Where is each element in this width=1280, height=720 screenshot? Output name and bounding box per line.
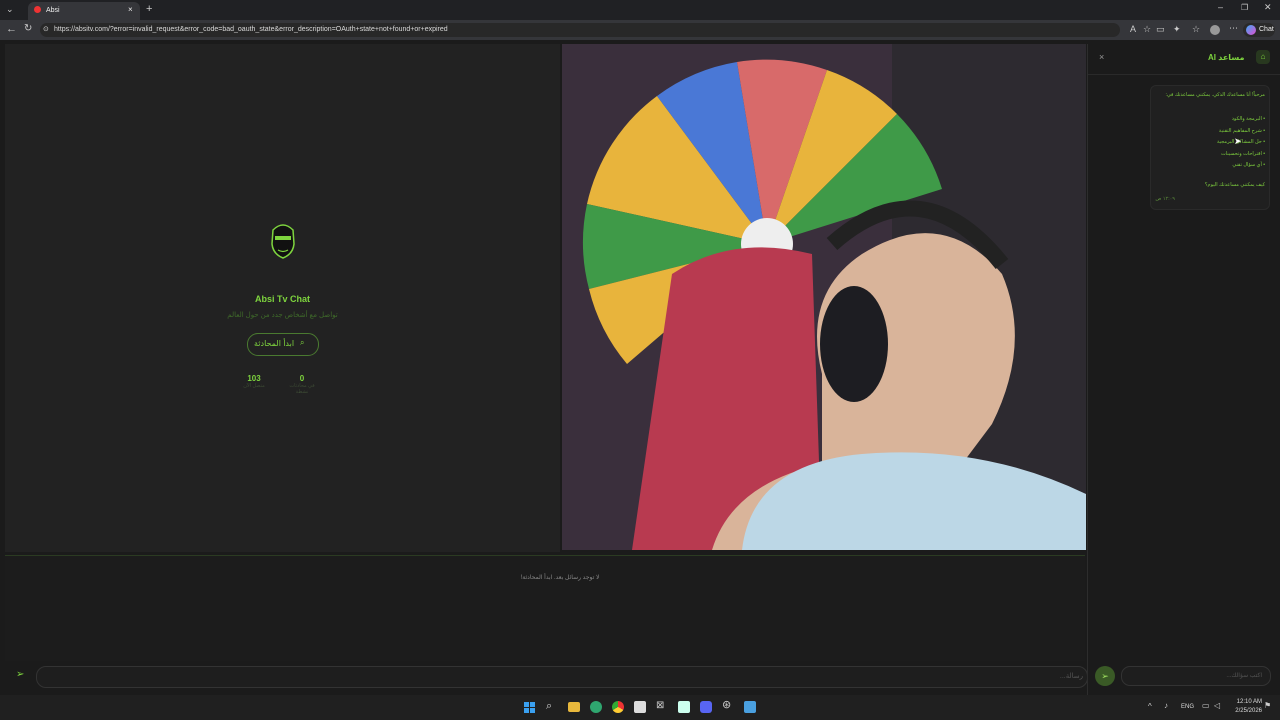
list-item: • البرمجة والكود	[1231, 116, 1265, 122]
copilot-chat-button[interactable]: Chat	[1243, 23, 1275, 37]
language-indicator[interactable]: ENG	[1181, 704, 1194, 710]
site-info-icon[interactable]: ⊙	[43, 23, 49, 37]
stat-active: 0 في محادثات نشطة	[289, 374, 315, 395]
assistant-greeting: مرحباً! أنا مساعدك الذكي. يمكنني مساعدتك…	[1165, 92, 1265, 98]
word-icon[interactable]	[678, 701, 690, 713]
webcam-image	[562, 44, 1086, 550]
send-icon[interactable]: ➢	[16, 669, 24, 680]
logo-face-icon	[271, 224, 295, 259]
list-item: • أي سؤال تقني	[1232, 162, 1265, 168]
assistant-placeholder: اكتب سؤالك...	[1226, 673, 1262, 679]
minimize-icon[interactable]: –	[1218, 3, 1223, 12]
tab-close-icon[interactable]: ×	[128, 5, 133, 14]
split-icon[interactable]: ▭	[1156, 25, 1165, 34]
edge-icon[interactable]	[590, 701, 602, 713]
url-bar[interactable]: ⊙ https://absitv.com/?error=invalid_requ…	[40, 23, 1120, 37]
copilot-icon	[1246, 25, 1256, 35]
taskbar: ⌕ ⊠ ⊛ ^ ♪ ENG ▭ ◁ 12:10 AM 2/25/2026 ⚑	[0, 695, 1280, 720]
reload-icon[interactable]: ↻	[24, 24, 32, 34]
assistant-input[interactable]: اكتب سؤالك...	[1121, 666, 1271, 686]
extensions-icon[interactable]: ✦	[1173, 25, 1181, 34]
search-icon[interactable]: ⌕	[546, 701, 552, 712]
url-text: https://absitv.com/?error=invalid_reques…	[54, 26, 448, 33]
list-item: • اقتراحات وتحسينات	[1220, 150, 1265, 157]
browser-tab[interactable]: Absi ×	[28, 2, 140, 20]
tab-bar: ⌄ Absi × + – ❐ ✕	[0, 0, 1280, 20]
tab-search-icon[interactable]: ⌄	[6, 5, 14, 14]
windows-icon[interactable]	[524, 702, 535, 713]
assistant-question: كيف يمكنني مساعدتك اليوم؟	[1204, 182, 1265, 188]
stat-online: 103 متصل الآن	[243, 374, 265, 389]
search-icon: ⌕	[300, 338, 305, 347]
tab-favicon-icon	[34, 6, 41, 13]
app-icon[interactable]	[744, 701, 756, 713]
assistant-message: مرحباً! أنا مساعدك الذكي. يمكنني مساعدتك…	[1150, 85, 1270, 210]
start-chat-button[interactable]: ابدأ المحادثة ⌕	[247, 333, 319, 356]
messages-area: لا توجد رسائل بعد. ابدأ المحادثة!	[5, 555, 1085, 661]
favorite-icon[interactable]: ☆	[1143, 25, 1151, 34]
assistant-title: مساعد AI	[1208, 53, 1245, 62]
clock[interactable]: 12:10 AM 2/25/2026	[1228, 698, 1262, 716]
message-input[interactable]: رسالة...	[36, 666, 1088, 688]
steam-icon[interactable]: ⊛	[722, 700, 731, 711]
files-icon[interactable]	[568, 702, 580, 712]
volume-icon[interactable]: ◁	[1214, 702, 1220, 710]
app-subtitle: تواصل مع أشخاص جدد من حول العالم	[227, 312, 338, 319]
mouse-cursor-icon: ➤	[1234, 136, 1242, 146]
list-item: • شرح المفاهيم التقنية	[1218, 127, 1265, 134]
restore-icon[interactable]: ❐	[1241, 4, 1248, 12]
assistant-bullets: • البرمجة والكود • شرح المفاهيم التقنية …	[1165, 114, 1265, 172]
network-icon[interactable]: ▭	[1202, 702, 1210, 710]
discord-icon[interactable]	[700, 701, 712, 713]
app-name: Absi Tv Chat	[254, 294, 310, 304]
close-window-icon[interactable]: ✕	[1264, 3, 1272, 12]
notification-icon[interactable]: ⚑	[1264, 702, 1271, 710]
robot-icon: ⌂	[1256, 50, 1270, 64]
new-tab-button[interactable]: +	[146, 4, 152, 15]
assistant-send-button[interactable]: ➢	[1095, 666, 1115, 686]
chat-intro-panel: Absi Tv Chat تواصل مع أشخاص جدد من حول ا…	[5, 44, 560, 552]
profile-avatar[interactable]	[1210, 25, 1220, 35]
message-timestamp: ١٢:٠٩ ص	[1155, 196, 1175, 202]
tray-chevron-icon[interactable]: ^	[1148, 703, 1152, 711]
store-icon[interactable]	[634, 701, 646, 713]
message-placeholder: رسالة...	[1059, 673, 1083, 680]
more-icon[interactable]: ⋯	[1229, 24, 1238, 33]
list-item: • حل المشاكل البرمجية	[1216, 139, 1265, 145]
tab-title: Absi	[46, 7, 60, 14]
favorites-bar-icon[interactable]: ☆	[1192, 25, 1200, 34]
read-aloud-icon[interactable]: A	[1130, 25, 1136, 34]
assistant-close-button[interactable]: ×	[1099, 52, 1104, 62]
divider	[1088, 74, 1280, 75]
video-feed	[562, 44, 1086, 550]
back-icon[interactable]: ←	[6, 24, 17, 35]
excel-icon[interactable]: ⊠	[656, 701, 664, 711]
chrome-icon[interactable]	[612, 701, 624, 713]
empty-messages-text: لا توجد رسائل بعد. ابدأ المحادثة!	[520, 575, 600, 581]
mic-icon[interactable]: ♪	[1164, 702, 1168, 710]
